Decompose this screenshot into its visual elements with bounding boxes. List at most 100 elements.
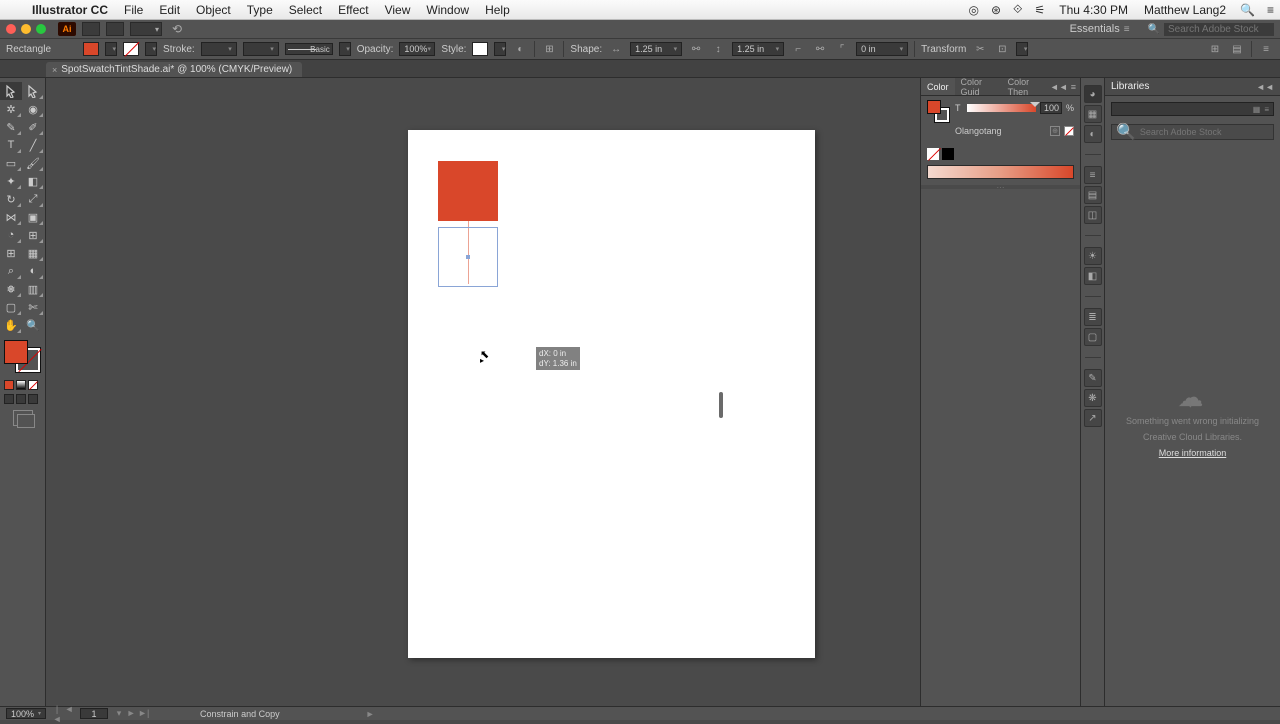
brush-definition[interactable]: Basic bbox=[285, 43, 333, 55]
corner-type-icon[interactable]: ⌐ bbox=[790, 41, 806, 57]
direct-selection-tool[interactable] bbox=[22, 82, 44, 100]
dock-color-guide-icon[interactable]: ◐ bbox=[1084, 125, 1102, 143]
black-color-icon[interactable] bbox=[942, 148, 954, 160]
panel-menu-icon[interactable]: ≡ bbox=[1258, 41, 1274, 57]
stroke-weight-input[interactable] bbox=[201, 42, 237, 56]
width-tool[interactable]: ⋈ bbox=[0, 208, 22, 226]
tab-color-themes[interactable]: Color Then bbox=[1002, 78, 1050, 95]
rotate-tool[interactable]: ↻ bbox=[0, 190, 22, 208]
variable-width-dropdown[interactable] bbox=[243, 42, 279, 56]
tab-color[interactable]: Color bbox=[921, 78, 955, 95]
fill-dropdown[interactable] bbox=[105, 42, 117, 56]
header-tool-1[interactable] bbox=[82, 22, 100, 36]
selection-tool[interactable] bbox=[0, 82, 22, 100]
more-info-link[interactable]: More information bbox=[1159, 448, 1227, 458]
dock-artboards-icon[interactable]: ▢ bbox=[1084, 328, 1102, 346]
brush-dropdown[interactable] bbox=[339, 42, 351, 56]
window-zoom-button[interactable] bbox=[36, 24, 46, 34]
scrollbar-thumb[interactable] bbox=[719, 392, 723, 418]
dock-gradient-icon[interactable]: ▤ bbox=[1084, 186, 1102, 204]
library-selector[interactable]: ▦ ≡ bbox=[1111, 102, 1274, 116]
dock-color-icon[interactable]: ◕ bbox=[1084, 85, 1102, 103]
zoom-tool[interactable]: 🔍 bbox=[22, 316, 44, 334]
height-input[interactable]: 1.25 in bbox=[732, 42, 784, 56]
graph-tool[interactable]: ▥ bbox=[22, 280, 44, 298]
library-search-input[interactable] bbox=[1140, 127, 1269, 137]
panel-collapse-icon[interactable]: ◄◄ bbox=[1050, 82, 1068, 92]
isolate-icon[interactable]: ✂ bbox=[972, 41, 988, 57]
width-input[interactable]: 1.25 in bbox=[630, 42, 682, 56]
stroke-swatch[interactable] bbox=[123, 42, 139, 56]
free-transform-tool[interactable]: ▣ bbox=[22, 208, 44, 226]
workspace-switcher[interactable]: Essentials bbox=[1066, 23, 1134, 35]
style-dropdown[interactable] bbox=[494, 42, 506, 56]
slice-tool[interactable]: ✄ bbox=[22, 298, 44, 316]
tint-ramp[interactable] bbox=[927, 165, 1074, 179]
dock-brushes-icon[interactable]: ✎ bbox=[1084, 369, 1102, 387]
next-artboard-button[interactable]: ► bbox=[126, 708, 136, 719]
menu-edit[interactable]: Edit bbox=[151, 3, 188, 17]
menu-type[interactable]: Type bbox=[239, 3, 281, 17]
lasso-tool[interactable]: ◉ bbox=[22, 100, 44, 118]
shaper-tool[interactable]: ✦ bbox=[0, 172, 22, 190]
eyedropper-tool[interactable]: ⌕ bbox=[0, 262, 22, 280]
layout-dropdown[interactable] bbox=[130, 22, 162, 36]
corner-radius-input[interactable]: 0 in bbox=[856, 42, 908, 56]
transform-link[interactable]: Transform bbox=[921, 44, 966, 55]
document-tab[interactable]: × SpotSwatchTintShade.ai* @ 100% (CMYK/P… bbox=[46, 62, 302, 77]
style-swatch[interactable] bbox=[472, 42, 488, 56]
notifications-icon[interactable]: ≡ bbox=[1261, 3, 1280, 17]
align-icon[interactable]: ⊞ bbox=[541, 41, 557, 57]
shape-builder-tool[interactable]: ◔ bbox=[0, 226, 22, 244]
eraser-tool[interactable]: ◧ bbox=[22, 172, 44, 190]
menu-help[interactable]: Help bbox=[477, 3, 518, 17]
status-arrow-icon[interactable]: ► bbox=[366, 709, 375, 719]
opacity-input[interactable]: 100% bbox=[399, 42, 435, 56]
scale-tool[interactable]: ⤢ bbox=[22, 190, 44, 208]
draw-normal[interactable] bbox=[4, 394, 14, 404]
clock[interactable]: Thu 4:30 PM bbox=[1051, 3, 1136, 17]
type-tool[interactable]: T bbox=[0, 136, 22, 154]
window-minimize-button[interactable] bbox=[21, 24, 31, 34]
color-mode-gradient[interactable] bbox=[16, 380, 26, 390]
color-mode-none[interactable] bbox=[28, 380, 38, 390]
mesh-tool[interactable]: ⊞ bbox=[0, 244, 22, 262]
menu-effect[interactable]: Effect bbox=[330, 3, 376, 17]
dock-graphic-styles-icon[interactable]: ◧ bbox=[1084, 267, 1102, 285]
dock-layers-icon[interactable]: ≣ bbox=[1084, 308, 1102, 326]
last-artboard-button[interactable]: ►| bbox=[138, 708, 148, 719]
symbol-sprayer-tool[interactable]: ❅ bbox=[0, 280, 22, 298]
list-view-icon[interactable]: ≡ bbox=[1264, 105, 1269, 114]
none-swatch-icon[interactable] bbox=[1064, 126, 1074, 136]
libraries-collapse-icon[interactable]: ◄◄ bbox=[1256, 82, 1274, 92]
dropbox-icon[interactable]: ⟐ bbox=[1007, 2, 1028, 17]
library-search[interactable]: 🔍 bbox=[1111, 124, 1274, 140]
canvas[interactable]: ⬉ dX: 0 in dY: 1.36 in bbox=[46, 78, 920, 706]
tint-slider[interactable] bbox=[967, 104, 1036, 112]
paintbrush-tool[interactable]: 🖌 bbox=[22, 154, 44, 172]
link-wh-icon[interactable]: ⚯ bbox=[688, 41, 704, 57]
user-name[interactable]: Matthew Lang2 bbox=[1136, 3, 1234, 17]
dock-asset-export-icon[interactable]: ↗ bbox=[1084, 409, 1102, 427]
none-color-icon[interactable] bbox=[927, 148, 939, 160]
tab-color-guide[interactable]: Color Guid bbox=[955, 78, 1002, 95]
sync-icon[interactable]: ⊛ bbox=[985, 3, 1007, 17]
libraries-title[interactable]: Libraries bbox=[1111, 81, 1149, 92]
artboard-tool[interactable]: ▢ bbox=[0, 298, 22, 316]
panel-fill-stroke[interactable] bbox=[927, 100, 949, 122]
arrange-docs-2-icon[interactable]: ▤ bbox=[1229, 41, 1245, 57]
menu-file[interactable]: File bbox=[116, 3, 151, 17]
panel-menu-icon[interactable]: ≡ bbox=[1071, 82, 1076, 92]
dock-transparency-icon[interactable]: ◫ bbox=[1084, 206, 1102, 224]
grid-view-icon[interactable]: ▦ bbox=[1253, 105, 1261, 114]
menu-view[interactable]: View bbox=[377, 3, 419, 17]
header-tool-2[interactable] bbox=[106, 22, 124, 36]
fill-swatch[interactable] bbox=[83, 42, 99, 56]
menu-window[interactable]: Window bbox=[418, 3, 477, 17]
wifi-icon[interactable]: ⚟ bbox=[1029, 3, 1052, 17]
dock-swatches-icon[interactable]: ▦ bbox=[1084, 105, 1102, 123]
close-tab-icon[interactable]: × bbox=[52, 65, 57, 75]
screen-mode-button[interactable] bbox=[13, 410, 33, 426]
dock-symbols-icon[interactable]: ❋ bbox=[1084, 389, 1102, 407]
draw-behind[interactable] bbox=[16, 394, 26, 404]
